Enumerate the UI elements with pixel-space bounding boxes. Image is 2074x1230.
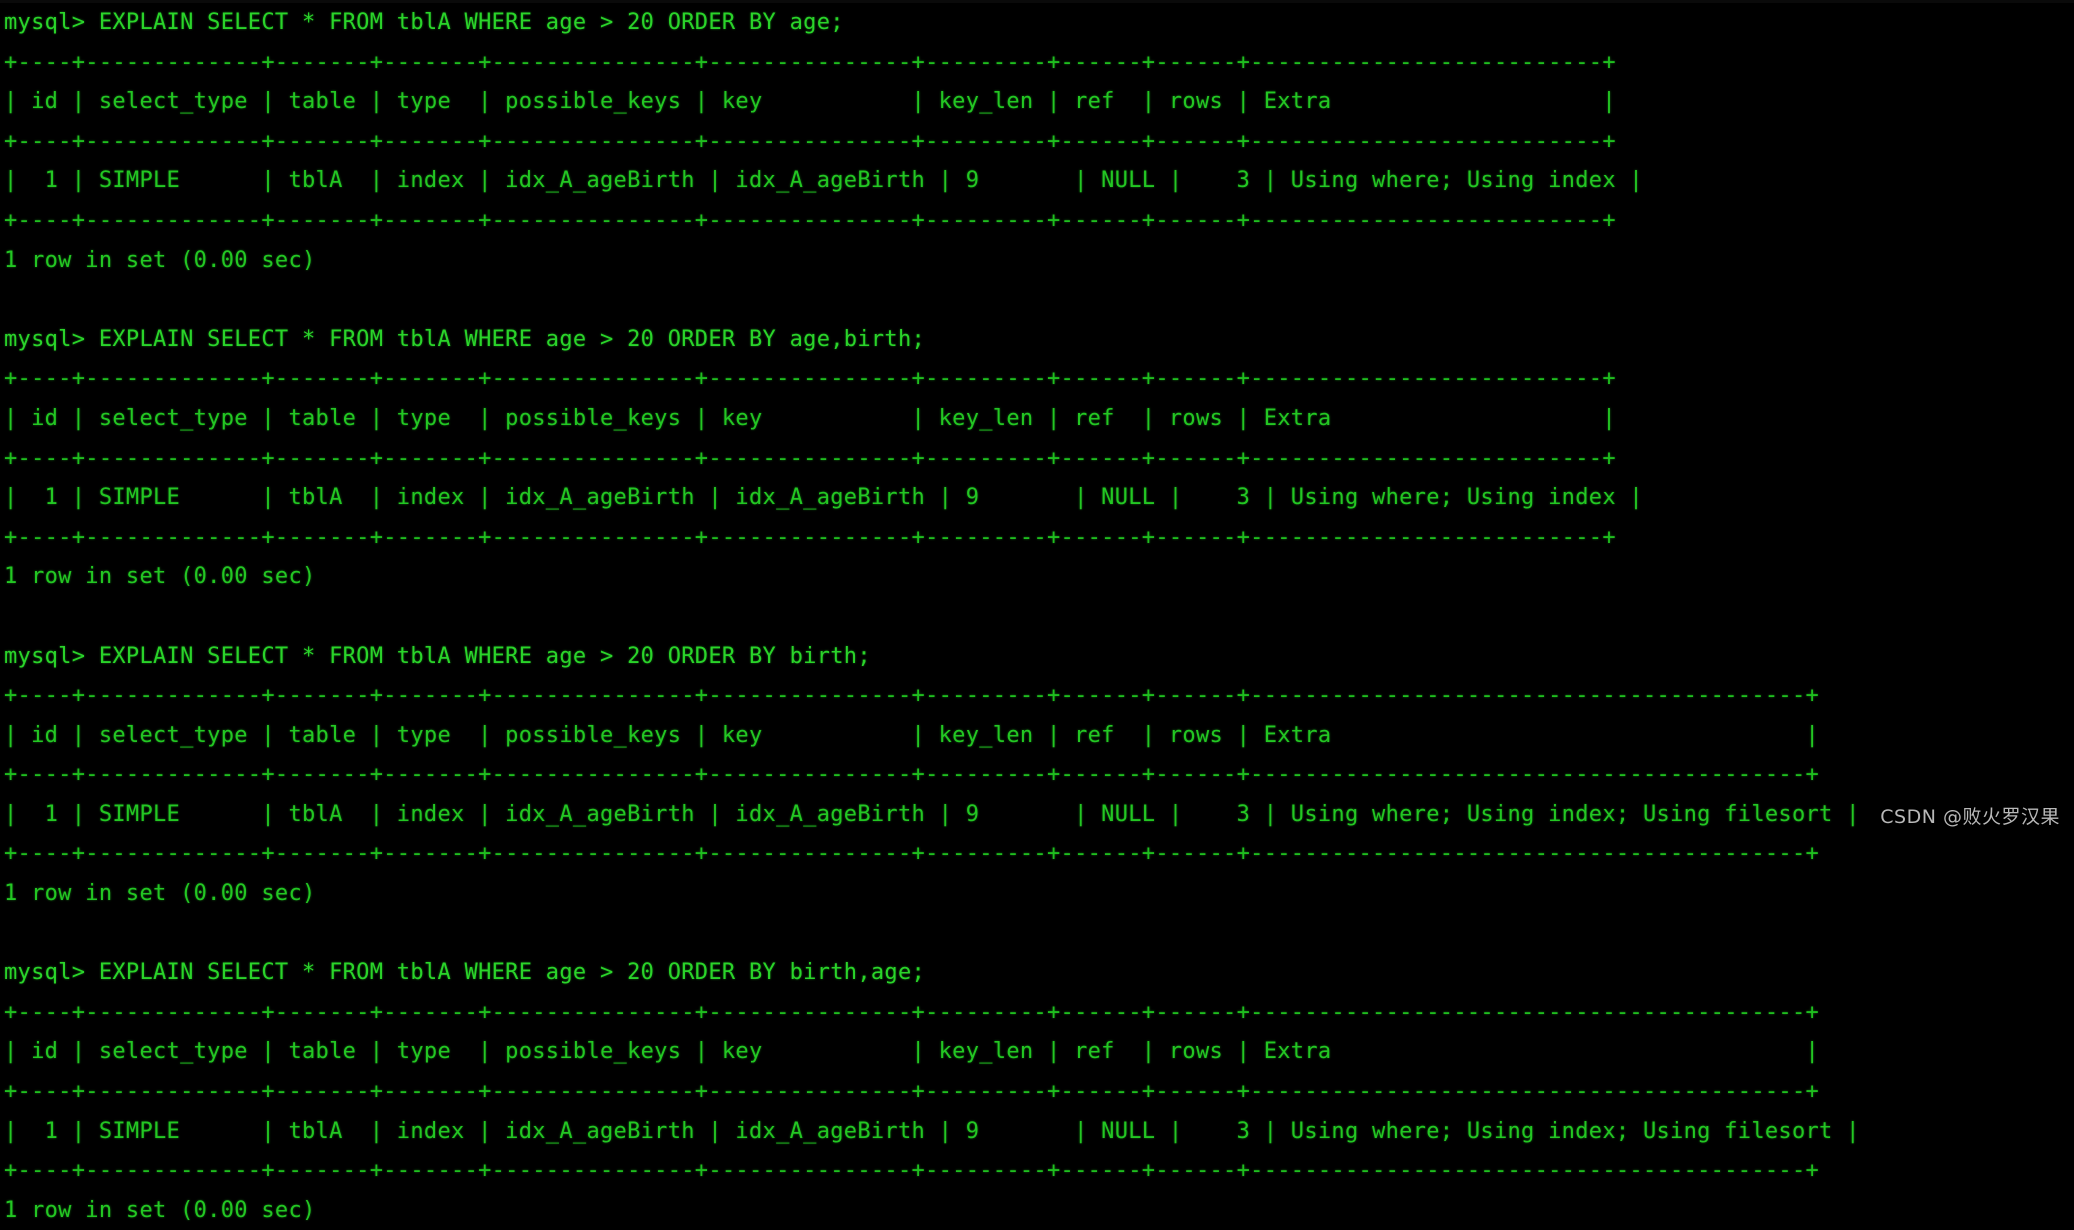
status-line-4: 1 row in set (0.00 sec) — [4, 1197, 316, 1223]
table-rule-top-4: +----+-------------+-------+-------+----… — [4, 999, 1820, 1025]
table-rule-bottom-1: +----+-------------+-------+-------+----… — [4, 207, 1616, 233]
table-rule-mid-2: +----+-------------+-------+-------+----… — [4, 445, 1616, 471]
table-rule-mid-4: +----+-------------+-------+-------+----… — [4, 1079, 1820, 1105]
status-line-2: 1 row in set (0.00 sec) — [4, 564, 316, 590]
table-row-2: | 1 | SIMPLE | tblA | index | idx_A_ageB… — [4, 485, 1643, 511]
table-rule-mid-3: +----+-------------+-------+-------+----… — [4, 762, 1820, 788]
command-line-4: mysql> EXPLAIN SELECT * FROM tblA WHERE … — [4, 960, 926, 986]
table-rule-top-2: +----+-------------+-------+-------+----… — [4, 366, 1616, 392]
table-rule-top-1: +----+-------------+-------+-------+----… — [4, 49, 1616, 75]
table-rule-mid-1: +----+-------------+-------+-------+----… — [4, 128, 1616, 154]
status-line-3: 1 row in set (0.00 sec) — [4, 881, 316, 907]
table-row-1: | 1 | SIMPLE | tblA | index | idx_A_ageB… — [4, 168, 1643, 194]
terminal-top-edge — [0, 0, 2074, 3]
table-rule-bottom-4: +----+-------------+-------+-------+----… — [4, 1158, 1820, 1184]
table-header-row-2: | id | select_type | table | type | poss… — [4, 405, 1616, 431]
table-header-row-1: | id | select_type | table | type | poss… — [4, 89, 1616, 115]
table-header-row-4: | id | select_type | table | type | poss… — [4, 1039, 1820, 1065]
status-line-1: 1 row in set (0.00 sec) — [4, 247, 316, 273]
table-row-3: | 1 | SIMPLE | tblA | index | idx_A_ageB… — [4, 801, 1860, 827]
terminal-window[interactable]: mysql> EXPLAIN SELECT * FROM tblA WHERE … — [0, 0, 2074, 1223]
command-line-1: mysql> EXPLAIN SELECT * FROM tblA WHERE … — [4, 10, 844, 35]
watermark-label: CSDN @败火罗汉果 — [1880, 806, 2060, 828]
table-rule-bottom-3: +----+-------------+-------+-------+----… — [4, 841, 1820, 867]
table-rule-top-3: +----+-------------+-------+-------+----… — [4, 683, 1820, 709]
table-row-4: | 1 | SIMPLE | tblA | index | idx_A_ageB… — [4, 1118, 1860, 1144]
table-header-row-3: | id | select_type | table | type | poss… — [4, 722, 1820, 748]
command-line-3: mysql> EXPLAIN SELECT * FROM tblA WHERE … — [4, 643, 871, 669]
table-rule-bottom-2: +----+-------------+-------+-------+----… — [4, 524, 1616, 550]
command-line-2: mysql> EXPLAIN SELECT * FROM tblA WHERE … — [4, 326, 926, 352]
